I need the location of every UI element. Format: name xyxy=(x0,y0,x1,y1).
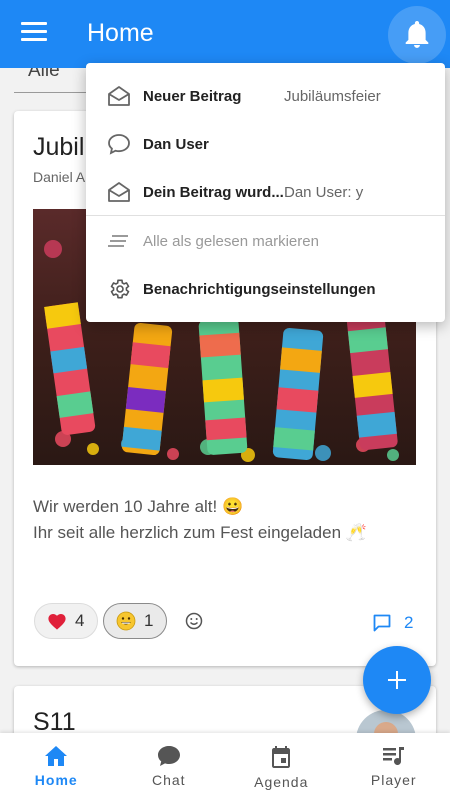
add-reaction-icon[interactable] xyxy=(184,611,204,636)
notifications-button[interactable] xyxy=(388,6,446,64)
post-author: Daniel A xyxy=(33,169,86,185)
reaction-heart-count: 4 xyxy=(75,611,85,630)
comments-button[interactable]: 2 xyxy=(372,613,413,633)
reaction-grin-button[interactable]: 1 xyxy=(103,603,167,639)
bottom-navigation: Home Chat Agenda Player xyxy=(0,733,450,800)
nav-label-home: Home xyxy=(34,772,78,788)
reaction-heart-button[interactable]: 4 xyxy=(34,603,98,639)
nav-label-chat: Chat xyxy=(151,772,186,788)
notification-item-new-post[interactable]: Neuer Beitrag Jubiläumsfeier xyxy=(86,73,445,119)
envelope-open-icon xyxy=(106,179,132,205)
grinning-face-icon xyxy=(116,611,136,631)
mark-read-icon xyxy=(106,228,132,254)
nav-item-player[interactable]: Player xyxy=(338,733,450,800)
gear-icon xyxy=(106,276,132,302)
plus-icon xyxy=(388,671,406,689)
heart-icon xyxy=(47,612,67,630)
app-bar: Home xyxy=(0,0,450,68)
mark-all-read-label: Alle als gelesen markieren xyxy=(143,232,319,250)
add-post-button[interactable] xyxy=(363,646,431,714)
menu-divider xyxy=(86,215,445,216)
notification-label: Dan User xyxy=(143,135,209,153)
notification-settings-item[interactable]: Benachrichtigungseinstellungen xyxy=(86,266,445,312)
notification-label: Neuer Beitrag xyxy=(143,87,242,105)
notification-item-chat[interactable]: Dan User xyxy=(86,121,445,167)
mark-all-read-item[interactable]: Alle als gelesen markieren xyxy=(86,218,445,264)
notification-item-post-reply[interactable]: Dein Beitrag wurd... Dan User: y xyxy=(86,169,445,215)
chat-bubble-icon xyxy=(106,131,132,157)
notification-label: Dein Beitrag wurd... xyxy=(143,183,284,201)
nav-item-home[interactable]: Home xyxy=(0,733,113,800)
comment-icon xyxy=(373,614,391,632)
notification-sub: Jubiläumsfeier xyxy=(284,87,381,105)
chat-icon xyxy=(157,746,180,766)
nav-item-chat[interactable]: Chat xyxy=(113,733,226,800)
bell-icon xyxy=(405,21,429,48)
post-text-line2: Ihr seit alle herzlich zum Fest eingelad… xyxy=(33,523,367,542)
playlist-icon xyxy=(382,747,404,765)
post-text: Wir werden 10 Jahre alt! 😀 Ihr seit alle… xyxy=(33,494,367,546)
post-title: Jubil xyxy=(33,133,85,161)
reaction-grin-count: 1 xyxy=(144,611,154,630)
notification-settings-label: Benachrichtigungseinstellungen xyxy=(143,280,376,298)
page-title: Home xyxy=(87,19,154,47)
notification-sub: Dan User: y xyxy=(284,183,364,201)
nav-label-agenda: Agenda xyxy=(254,774,309,790)
comment-count: 2 xyxy=(404,613,414,632)
menu-icon[interactable] xyxy=(21,22,47,46)
home-icon xyxy=(45,746,68,766)
calendar-icon xyxy=(272,746,291,768)
notifications-menu: Neuer Beitrag Jubiläumsfeier Dan User De… xyxy=(86,63,445,322)
envelope-open-icon xyxy=(106,83,132,109)
post-text-line1: Wir werden 10 Jahre alt! 😀 xyxy=(33,497,244,516)
nav-label-player: Player xyxy=(370,772,417,788)
nav-item-agenda[interactable]: Agenda xyxy=(225,733,338,800)
